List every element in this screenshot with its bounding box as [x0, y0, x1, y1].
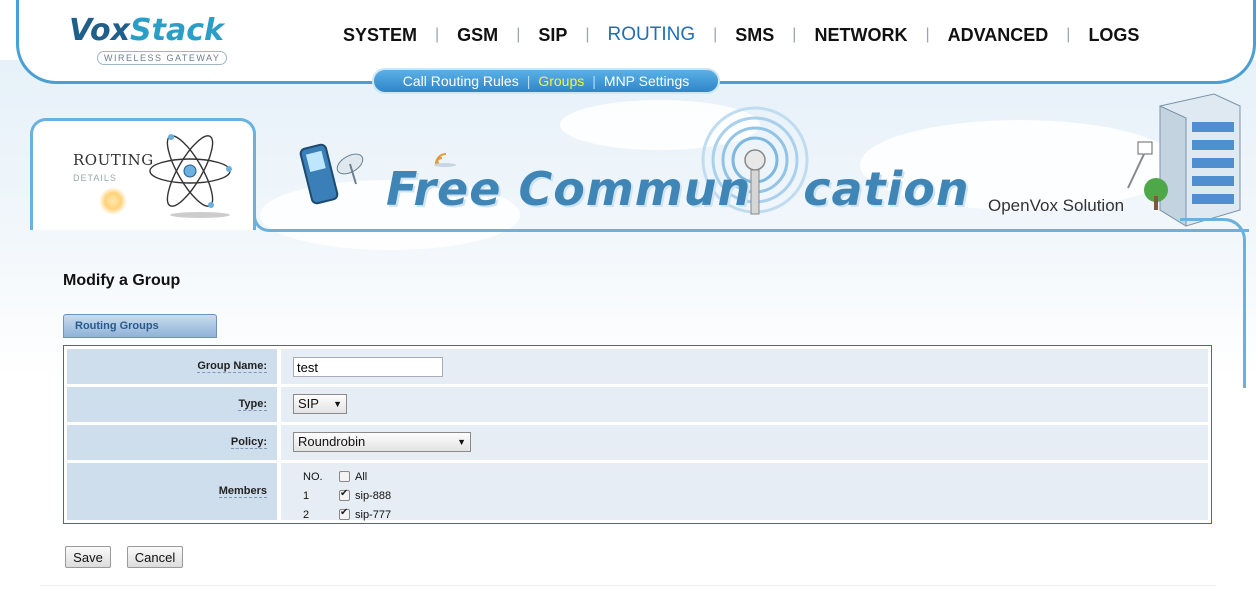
member-checkbox[interactable] — [339, 488, 350, 501]
group-name-label-text: Group Name: — [197, 360, 267, 373]
type-select[interactable]: SIP ▼ — [293, 394, 347, 414]
subnav-item-groups[interactable]: Groups — [530, 73, 592, 89]
type-cell: SIP ▼ — [281, 387, 1208, 422]
banner-slogan: Free Commun cation — [386, 162, 970, 216]
members-header-row: NO. All — [303, 467, 391, 486]
section-info-panel: ROUTING DETAILS — [30, 118, 256, 230]
member-name: sip-777 — [355, 508, 392, 521]
section-title-routing: ROUTING — [73, 151, 154, 169]
main-nav: SYSTEM | GSM | SIP | ROUTING | SMS | NET… — [325, 24, 1157, 46]
subnav-item-call-routing-rules[interactable]: Call Routing Rules — [395, 73, 527, 89]
footer-divider — [40, 585, 1216, 586]
page-title: Modify a Group — [63, 272, 181, 289]
nav-item-sms[interactable]: SMS — [717, 25, 792, 46]
brand-name-part1: Vox — [69, 13, 130, 48]
subnav-item-mnp-settings[interactable]: MNP Settings — [596, 73, 697, 89]
banner-slogan-left: Free Commun — [386, 162, 752, 216]
tab-routing-groups[interactable]: Routing Groups — [63, 314, 217, 338]
group-name-input[interactable] — [293, 357, 443, 377]
members-label-text: Members — [218, 485, 267, 498]
brand-name: VoxStack — [69, 14, 227, 48]
form-row-group-name: Group Name: — [67, 349, 1208, 384]
mobile-phone-icon — [299, 143, 364, 205]
brand-logo[interactable]: VoxStack WIRELESS GATEWAY — [69, 14, 228, 66]
policy-label: Policy: — [67, 425, 277, 460]
atom-icon — [149, 134, 232, 218]
member-number: 1 — [303, 489, 310, 502]
sun-glow-icon — [99, 187, 127, 215]
section-subtitle: DETAILS — [73, 173, 117, 183]
banner-border — [253, 212, 1249, 232]
group-name-cell — [281, 349, 1208, 384]
nav-item-logs[interactable]: LOGS — [1070, 25, 1157, 46]
form-row-policy: Policy: Roundrobin ▼ — [67, 425, 1208, 460]
form-row-type: Type: SIP ▼ — [67, 387, 1208, 422]
members-label: Members — [67, 463, 277, 520]
cancel-button[interactable]: Cancel — [127, 546, 183, 568]
office-building-icon — [1127, 93, 1241, 227]
members-no-header: NO. — [303, 470, 323, 483]
members-all-checkbox[interactable] — [339, 471, 350, 482]
chevron-down-icon: ▼ — [457, 437, 466, 447]
save-button[interactable]: Save — [65, 546, 111, 568]
member-number: 2 — [303, 508, 310, 521]
sub-nav: Call Routing Rules | Groups | MNP Settin… — [372, 68, 720, 94]
member-row: 2 sip-777 — [303, 505, 391, 524]
chevron-down-icon: ▼ — [333, 399, 342, 409]
type-select-value: SIP — [298, 396, 319, 411]
members-cell: NO. All 1 sip-888 2 sip-777 — [281, 463, 1208, 521]
member-name: sip-888 — [355, 489, 392, 502]
policy-select[interactable]: Roundrobin ▼ — [293, 432, 471, 452]
brand-tagline: WIRELESS GATEWAY — [97, 51, 228, 65]
form-row-members: Members NO. All 1 sip-888 2 sip-777 — [67, 463, 1208, 521]
group-name-label: Group Name: — [67, 349, 277, 384]
member-row: 1 sip-888 — [303, 486, 391, 505]
nav-item-sip[interactable]: SIP — [520, 25, 585, 46]
policy-select-value: Roundrobin — [298, 434, 366, 449]
members-list: NO. All 1 sip-888 2 sip-777 — [303, 467, 391, 524]
nav-item-advanced[interactable]: ADVANCED — [930, 25, 1067, 46]
policy-label-text: Policy: — [230, 436, 267, 449]
nav-item-routing[interactable]: ROUTING — [590, 24, 714, 46]
banner-slogan-right: cation — [803, 162, 970, 216]
members-all-label: All — [355, 470, 368, 483]
nav-item-network[interactable]: NETWORK — [796, 25, 925, 46]
nav-item-system[interactable]: SYSTEM — [325, 25, 435, 46]
member-checkbox[interactable] — [339, 507, 350, 520]
type-label-text: Type: — [238, 398, 267, 411]
type-label: Type: — [67, 387, 277, 422]
brand-name-part2: Stack — [130, 13, 224, 48]
policy-cell: Roundrobin ▼ — [281, 425, 1208, 460]
nav-item-gsm[interactable]: GSM — [439, 25, 516, 46]
group-form: Group Name: Type: SIP ▼ Policy: Roundrob… — [63, 345, 1212, 524]
